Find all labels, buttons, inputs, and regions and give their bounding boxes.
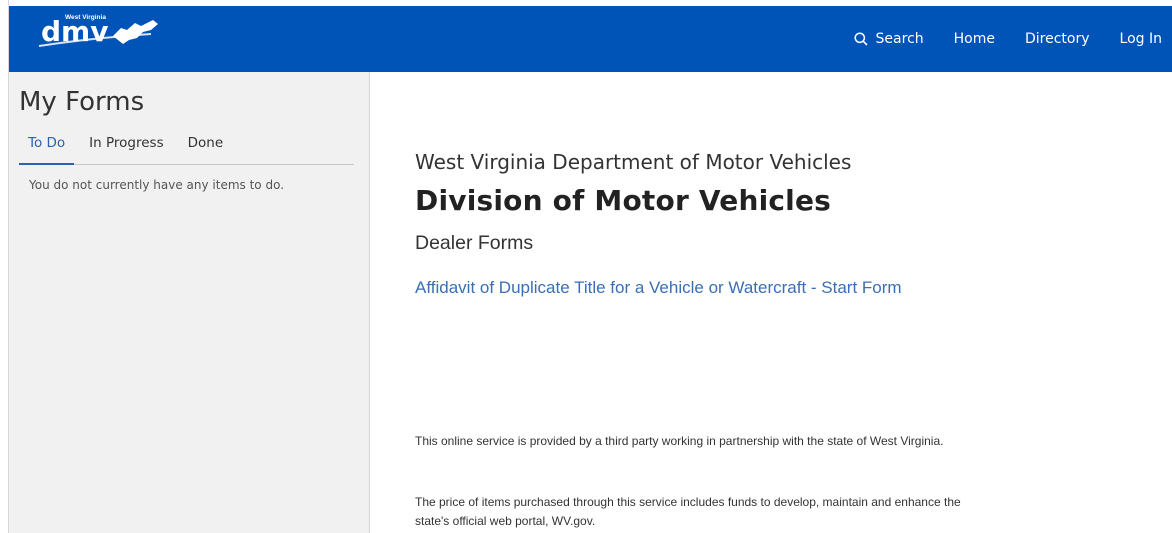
logo-main-text: dmv <box>41 15 108 48</box>
forms-tabs: To Do In Progress Done <box>19 134 354 165</box>
tab-in-progress[interactable]: In Progress <box>80 134 172 164</box>
west-virginia-map-icon <box>113 20 158 44</box>
header-bar: West Virginia dmv Search Home Directory … <box>9 6 1172 72</box>
my-forms-sidebar: My Forms To Do In Progress Done You do n… <box>9 72 370 533</box>
nav-search[interactable]: Search <box>853 31 924 47</box>
division-title: Division of Motor Vehicles <box>415 184 832 217</box>
start-form-link[interactable]: Affidavit of Duplicate Title for a Vehic… <box>415 278 902 298</box>
nav-search-label: Search <box>875 31 924 47</box>
main-content: West Virginia Department of Motor Vehicl… <box>370 72 1172 533</box>
disclaimer-third-party: This online service is provided by a thi… <box>415 434 944 448</box>
nav-login[interactable]: Log In <box>1120 31 1162 47</box>
nav-home[interactable]: Home <box>954 31 995 47</box>
sidebar-title: My Forms <box>19 87 145 117</box>
search-icon <box>853 32 868 46</box>
header-nav: Search Home Directory Log In <box>853 6 1172 72</box>
window-edge <box>0 0 9 533</box>
tab-done[interactable]: Done <box>179 134 233 164</box>
section-title: Dealer Forms <box>415 232 534 254</box>
disclaimer-pricing: The price of items purchased through thi… <box>415 495 961 528</box>
dmv-logo[interactable]: West Virginia dmv <box>31 8 191 50</box>
agency-name: West Virginia Department of Motor Vehicl… <box>415 150 852 174</box>
empty-state-message: You do not currently have any items to d… <box>29 178 285 192</box>
tab-to-do[interactable]: To Do <box>19 134 75 165</box>
nav-directory[interactable]: Directory <box>1025 31 1090 47</box>
